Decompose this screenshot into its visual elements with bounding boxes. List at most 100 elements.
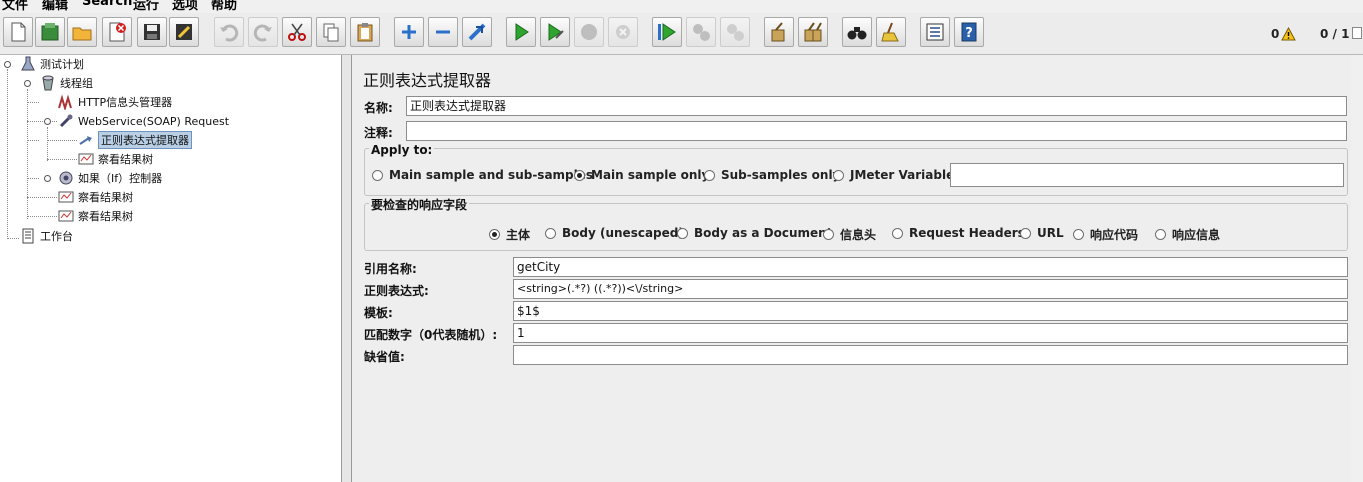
header-manager-icon [58,94,72,110]
function-helper-button[interactable] [920,17,950,47]
tree-item-regex-extractor[interactable]: 正则表达式提取器 [78,131,192,149]
start-no-pause-icon [548,23,564,41]
template-input[interactable]: $1$ [513,301,1348,321]
field-request-headers-radio[interactable]: Request Headers [892,226,1025,240]
panel-splitter[interactable] [342,55,352,482]
templates-button[interactable] [35,17,65,47]
tree-item-soap-request[interactable]: WebService(SOAP) Request [58,112,229,130]
expand-button[interactable] [394,17,424,47]
warning-icon [1281,27,1296,41]
cut-button[interactable] [282,17,312,47]
tree-item-workbench[interactable]: 工作台 [20,227,73,245]
field-body-document-radio[interactable]: Body as a Document [677,226,832,240]
toolbar: ? 0 0 / 1 [0,13,1363,55]
field-response-code-radio[interactable]: 响应代码 [1073,226,1138,243]
clear-all-button[interactable] [798,17,828,47]
shutdown-icon [616,25,630,39]
tree-item-test-plan[interactable]: 测试计划 [20,55,84,73]
save-as-button[interactable] [169,17,199,47]
tree-item-if-controller[interactable]: 如果（If）控制器 [58,169,162,187]
reset-search-icon [881,22,899,42]
menu-options[interactable]: 选项 [172,0,198,13]
controller-icon [59,171,73,185]
results-tree-icon [78,153,94,165]
remote-stop-icon [693,24,710,41]
copy-button[interactable] [316,17,346,47]
remote-shutdown-button[interactable] [720,17,750,47]
toggle-icon [468,23,486,41]
shutdown-button[interactable] [608,17,638,47]
pipette-icon [59,114,73,128]
clear-button[interactable] [764,17,794,47]
help-button[interactable]: ? [954,17,984,47]
menu-search[interactable]: Search [82,0,132,9]
new-button[interactable] [3,17,33,47]
tree-item-view-results-tree[interactable]: 察看结果树 [78,150,153,168]
templates-icon [41,23,59,41]
menu-run[interactable]: 运行 [133,0,159,13]
help-icon: ? [961,22,977,42]
start-button[interactable] [506,17,536,47]
menu-file[interactable]: 文件 [2,0,28,13]
regex-input[interactable]: <string>(.*?) ((.*?))<\/string> [513,279,1348,299]
apply-main-only-radio[interactable]: Main sample only [574,168,709,182]
open-button[interactable] [67,17,97,47]
menu-edit[interactable]: 编辑 [42,0,68,13]
name-label: 名称: [364,101,393,115]
clear-all-icon [804,22,822,42]
ref-name-input[interactable]: getCity [513,257,1348,277]
svg-text:?: ? [965,26,973,41]
collapse-button[interactable] [428,17,458,47]
match-no-input[interactable]: 1 [513,323,1348,343]
field-headers-radio[interactable]: 信息头 [823,226,876,243]
paste-button[interactable] [350,17,380,47]
remote-start-button[interactable] [652,17,682,47]
paste-icon [357,23,373,42]
name-input[interactable]: 正则表达式提取器 [406,96,1347,116]
collapse-icon [436,30,450,34]
tree-item-http-header-manager[interactable]: HTTP信息头管理器 [58,93,172,111]
panel-title: 正则表达式提取器 [363,71,492,90]
field-body-radio[interactable]: 主体 [489,226,530,243]
remote-stop-button[interactable] [686,17,716,47]
apply-sub-only-radio[interactable]: Sub-samples only [704,168,840,182]
field-response-message-radio[interactable]: 响应信息 [1155,226,1220,243]
save-button[interactable] [137,17,167,47]
close-button[interactable] [102,17,132,47]
extractor-icon [79,136,92,145]
stop-icon [581,24,597,40]
remote-shutdown-icon [727,24,744,41]
toggle-button[interactable] [462,17,492,47]
apply-jmeter-variable-radio[interactable]: JMeter Variable [833,168,954,182]
remote-start-icon [658,23,676,41]
tree-item-view-results-tree-3[interactable]: 察看结果树 [58,207,133,225]
start-icon [515,23,529,41]
save-as-icon [176,24,192,40]
test-plan-tree[interactable]: 测试计划 线程组 HTTP信息头管理器 WebService(SOAP) Req… [0,55,342,482]
thread-count: 0 / 1 [1320,27,1350,41]
stop-button[interactable] [574,17,604,47]
redo-button[interactable] [248,17,278,47]
start-no-pause-button[interactable] [540,17,570,47]
tree-item-view-results-tree-2[interactable]: 察看结果树 [58,188,133,206]
cut-icon [288,23,306,41]
search-button[interactable] [842,17,872,47]
menu-bar: 文件 编辑 Search 运行 选项 帮助 [0,0,1363,13]
redo-icon [253,24,272,42]
undo-button[interactable] [214,17,244,47]
right-scrollbar[interactable] [1351,55,1363,482]
regex-extractor-panel: 正则表达式提取器 名称: 正则表达式提取器 注释: Apply to: Main… [352,55,1363,482]
reset-search-button[interactable] [876,17,906,47]
tree-item-thread-group[interactable]: 线程组 [40,74,93,92]
thread-group-icon [42,75,54,91]
field-url-radio[interactable]: URL [1020,226,1064,240]
field-body-unescaped-radio[interactable]: Body (unescaped) [545,226,684,240]
copy-icon [323,23,339,42]
menu-help[interactable]: 帮助 [211,0,237,13]
default-value-input[interactable] [513,345,1348,365]
comment-input[interactable] [406,121,1347,141]
apply-to-title: Apply to: [369,143,435,157]
apply-main-and-sub-radio[interactable]: Main sample and sub-samples [372,168,593,182]
regex-label: 正则表达式: [364,284,429,298]
jmeter-variable-input[interactable] [950,163,1344,187]
